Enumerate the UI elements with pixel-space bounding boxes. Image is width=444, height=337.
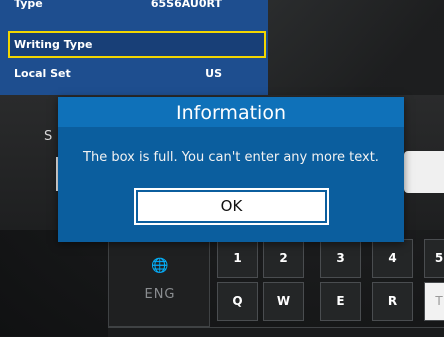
key-4[interactable]: 4: [372, 239, 413, 278]
text-input-field[interactable]: [404, 151, 444, 193]
key-e[interactable]: E: [320, 282, 361, 321]
key-t[interactable]: T: [424, 282, 444, 321]
settings-row-label: Local Set: [14, 67, 71, 80]
settings-row-value: 65S6AU0RT: [150, 0, 222, 10]
ok-button[interactable]: OK: [134, 188, 329, 225]
key-5[interactable]: 5: [424, 239, 444, 278]
settings-row-type[interactable]: Type 65S6AU0RT: [0, 0, 268, 17]
key-1[interactable]: 1: [217, 239, 258, 278]
information-dialog: Information The box is full. You can't e…: [58, 97, 404, 242]
on-screen-keyboard: 🌐 ENG 1 2 3 4 5 Q W E R T: [108, 238, 444, 337]
settings-row-label: Writing Type: [14, 38, 93, 51]
globe-icon: 🌐: [151, 258, 169, 274]
dialog-message: The box is full. You can't enter any mor…: [83, 150, 379, 165]
key-r[interactable]: R: [372, 282, 413, 321]
language-label: ENG: [144, 287, 176, 302]
dialog-title: Information: [58, 97, 404, 127]
settings-row-local-set[interactable]: Local Set US: [0, 63, 268, 87]
background-upper-right: [268, 0, 444, 95]
settings-list: Type 65S6AU0RT Writing Type Local Set US: [0, 0, 268, 95]
settings-row-label: Type: [14, 0, 43, 10]
partial-field-label: S: [44, 129, 53, 144]
settings-row-value: US: [205, 67, 222, 80]
key-2[interactable]: 2: [263, 239, 304, 278]
key-q[interactable]: Q: [217, 282, 258, 321]
settings-row-writing-type[interactable]: Writing Type: [8, 31, 266, 58]
key-w[interactable]: W: [263, 282, 304, 321]
language-switch-key[interactable]: 🌐 ENG: [108, 238, 210, 327]
key-3[interactable]: 3: [320, 239, 361, 278]
